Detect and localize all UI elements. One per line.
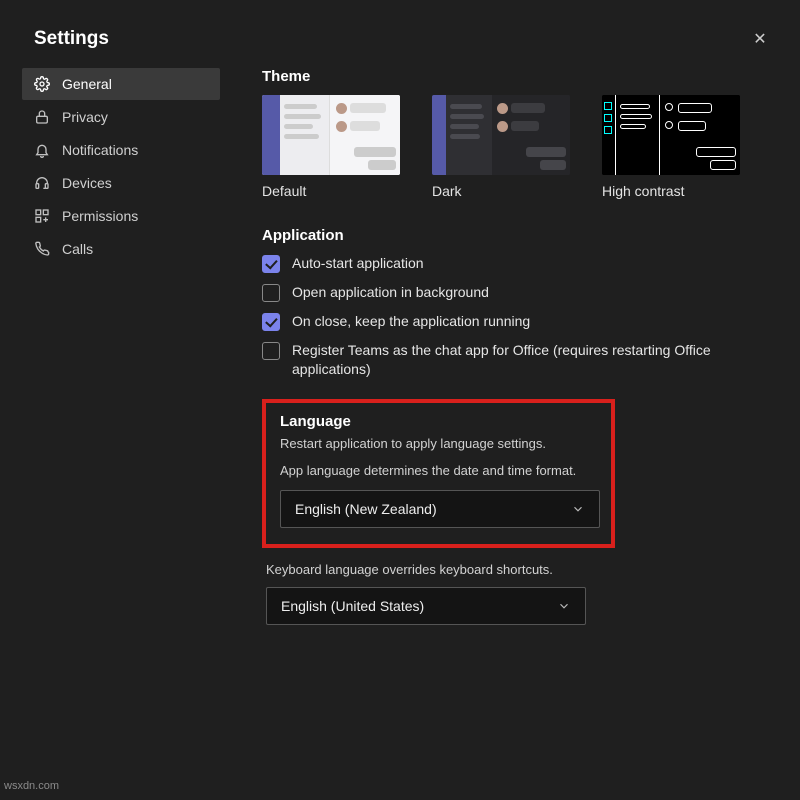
titlebar: Settings ✕ <box>0 0 800 68</box>
theme-thumb-default <box>262 95 400 175</box>
bell-icon <box>34 142 50 158</box>
checkbox-icon <box>262 255 280 273</box>
theme-option-high-contrast[interactable]: High contrast <box>602 95 740 199</box>
theme-label: Dark <box>432 183 570 199</box>
theme-thumb-high-contrast <box>602 95 740 175</box>
sidebar-item-general[interactable]: General <box>22 68 220 100</box>
option-auto-start[interactable]: Auto-start application <box>262 254 772 273</box>
option-open-background[interactable]: Open application in background <box>262 283 772 302</box>
app-language-select[interactable]: English (New Zealand) <box>280 490 600 528</box>
gear-icon <box>34 76 50 92</box>
option-on-close-running[interactable]: On close, keep the application running <box>262 312 772 331</box>
main-content: Theme <box>232 68 782 625</box>
apps-icon <box>34 208 50 224</box>
language-app-note: App language determines the date and tim… <box>280 463 597 478</box>
sidebar-item-devices[interactable]: Devices <box>22 167 220 199</box>
sidebar-item-label: General <box>62 76 112 92</box>
checkbox-icon <box>262 313 280 331</box>
checkbox-icon <box>262 342 280 360</box>
sidebar: General Privacy Notifications Devices <box>22 68 232 625</box>
theme-options: Default <box>262 95 772 199</box>
sidebar-item-calls[interactable]: Calls <box>22 233 220 265</box>
select-value: English (New Zealand) <box>295 501 437 517</box>
chevron-down-icon <box>557 599 571 613</box>
sidebar-item-label: Devices <box>62 175 112 191</box>
select-value: English (United States) <box>281 598 424 614</box>
option-register-teams[interactable]: Register Teams as the chat app for Offic… <box>262 341 772 379</box>
phone-icon <box>34 241 50 257</box>
headset-icon <box>34 175 50 191</box>
close-icon[interactable]: ✕ <box>750 29 770 49</box>
option-label: Register Teams as the chat app for Offic… <box>292 341 772 379</box>
sidebar-item-privacy[interactable]: Privacy <box>22 101 220 133</box>
option-label: On close, keep the application running <box>292 312 530 331</box>
checkbox-icon <box>262 284 280 302</box>
language-restart-note: Restart application to apply language se… <box>280 436 597 451</box>
sidebar-item-permissions[interactable]: Permissions <box>22 200 220 232</box>
sidebar-item-label: Permissions <box>62 208 138 224</box>
lock-icon <box>34 109 50 125</box>
settings-window: Settings ✕ General Privacy Notificati <box>0 0 800 800</box>
language-highlight: Language Restart application to apply la… <box>262 399 615 548</box>
theme-option-default[interactable]: Default <box>262 95 400 199</box>
body: General Privacy Notifications Devices <box>0 68 800 625</box>
option-label: Auto-start application <box>292 254 424 273</box>
sidebar-item-label: Privacy <box>62 109 108 125</box>
theme-label: High contrast <box>602 183 740 199</box>
page-title: Settings <box>34 28 109 50</box>
theme-thumb-dark <box>432 95 570 175</box>
chevron-down-icon <box>571 502 585 516</box>
sidebar-item-label: Notifications <box>62 142 138 158</box>
application-options: Auto-start application Open application … <box>262 254 772 379</box>
sidebar-item-notifications[interactable]: Notifications <box>22 134 220 166</box>
language-heading: Language <box>280 413 597 430</box>
keyboard-language-select[interactable]: English (United States) <box>266 587 586 625</box>
theme-heading: Theme <box>262 68 772 85</box>
watermark: wsxdn.com <box>4 780 59 792</box>
theme-label: Default <box>262 183 400 199</box>
sidebar-item-label: Calls <box>62 241 93 257</box>
keyboard-language-note: Keyboard language overrides keyboard sho… <box>262 562 772 577</box>
application-heading: Application <box>262 227 772 244</box>
option-label: Open application in background <box>292 283 489 302</box>
theme-option-dark[interactable]: Dark <box>432 95 570 199</box>
